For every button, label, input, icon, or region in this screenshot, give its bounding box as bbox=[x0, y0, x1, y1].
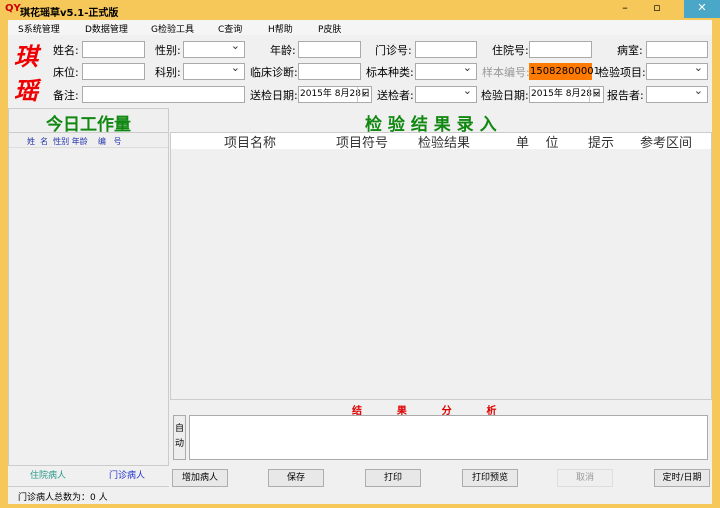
chevron-down-icon[interactable]: ⌄ bbox=[589, 87, 603, 102]
col-result: 检验结果 bbox=[418, 136, 471, 151]
maximize-button[interactable]: ▫ bbox=[642, 0, 672, 18]
col-reference-range: 参考区间 bbox=[640, 136, 693, 151]
department-label: 科别: bbox=[155, 66, 181, 79]
patient-count-status: 门诊病人总数为：0 人 bbox=[18, 493, 108, 503]
bed-input[interactable] bbox=[82, 63, 145, 80]
test-date-picker[interactable]: 2015年 8月28日 ⌄ bbox=[529, 86, 604, 103]
col-hint: 提示 bbox=[588, 136, 615, 151]
save-button[interactable]: 保存 bbox=[268, 469, 324, 487]
cancel-button[interactable]: 取消 bbox=[557, 469, 613, 487]
col-unit: 单 位 bbox=[516, 136, 559, 151]
results-grid[interactable] bbox=[170, 132, 712, 400]
test-date-label: 检验日期: bbox=[481, 89, 529, 102]
diagnosis-label: 临床诊断: bbox=[250, 66, 298, 79]
ward-input[interactable] bbox=[646, 41, 708, 58]
sender-select[interactable] bbox=[415, 84, 477, 103]
window-title: 琪花瑶草v5.1-正式版 bbox=[20, 8, 119, 19]
ward-label: 病室: bbox=[617, 44, 643, 57]
add-patient-button[interactable]: 增加病人 bbox=[172, 469, 228, 487]
minimize-button[interactable]: – bbox=[610, 0, 640, 18]
app-icon: QY bbox=[5, 3, 21, 14]
send-date-picker[interactable]: 2015年 8月28日 ⌄ bbox=[298, 86, 372, 103]
timer-date-button[interactable]: 定时/日期 bbox=[654, 469, 710, 487]
test-item-select[interactable] bbox=[646, 61, 708, 80]
menu-system[interactable]: S系统管理 bbox=[18, 22, 60, 35]
name-input[interactable] bbox=[82, 41, 145, 58]
specimen-type-label: 标本种类: bbox=[366, 66, 414, 79]
auto-analysis-button[interactable]: 自动 bbox=[173, 415, 186, 460]
sample-no-input[interactable]: 15082800001 bbox=[529, 63, 600, 80]
worklist-header: 姓 名 性别 年龄 编 号 bbox=[27, 137, 122, 146]
analysis-textarea[interactable] bbox=[189, 415, 708, 460]
outpatient-no-input[interactable] bbox=[415, 41, 477, 58]
name-label: 姓名: bbox=[53, 44, 79, 57]
close-button[interactable]: ✕ bbox=[684, 0, 720, 18]
tab-inpatients[interactable]: 住院病人 bbox=[12, 467, 84, 485]
specimen-type-select[interactable] bbox=[415, 61, 477, 80]
test-item-label: 检验项目: bbox=[598, 66, 646, 79]
chevron-down-icon[interactable]: ⌄ bbox=[357, 87, 371, 102]
age-label: 年龄: bbox=[270, 44, 296, 57]
menu-help[interactable]: H帮助 bbox=[268, 22, 293, 35]
col-item-name: 项目名称 bbox=[224, 136, 277, 151]
menu-data[interactable]: D数据管理 bbox=[85, 22, 128, 35]
logo: 琪瑶 bbox=[14, 42, 38, 105]
tab-outpatients[interactable]: 门诊病人 bbox=[88, 467, 166, 485]
menu-skin[interactable]: P皮肤 bbox=[318, 22, 341, 35]
print-preview-button[interactable]: 打印预览 bbox=[462, 469, 518, 487]
remark-label: 备注: bbox=[53, 89, 79, 102]
col-item-code: 项目符号 bbox=[336, 136, 389, 151]
bed-label: 床位: bbox=[53, 66, 79, 79]
outpatient-no-label: 门诊号: bbox=[375, 44, 412, 57]
department-select[interactable] bbox=[183, 61, 245, 80]
reporter-label: 报告者: bbox=[607, 89, 644, 102]
inpatient-no-label: 住院号: bbox=[492, 44, 529, 57]
sample-no-label: 样本编号: bbox=[482, 66, 530, 79]
menu-query[interactable]: C查询 bbox=[218, 22, 242, 35]
age-input[interactable] bbox=[298, 41, 361, 58]
worklist-list[interactable] bbox=[10, 149, 167, 465]
reporter-select[interactable] bbox=[646, 84, 708, 103]
print-button[interactable]: 打印 bbox=[365, 469, 421, 487]
inpatient-no-input[interactable] bbox=[529, 41, 592, 58]
diagnosis-input[interactable] bbox=[298, 63, 361, 80]
sex-label: 性别: bbox=[155, 44, 181, 57]
remark-input[interactable] bbox=[82, 86, 245, 103]
send-date-label: 送检日期: bbox=[250, 89, 298, 102]
sender-label: 送检者: bbox=[377, 89, 414, 102]
menu-tools[interactable]: G检验工具 bbox=[151, 22, 194, 35]
sex-select[interactable] bbox=[183, 39, 245, 58]
